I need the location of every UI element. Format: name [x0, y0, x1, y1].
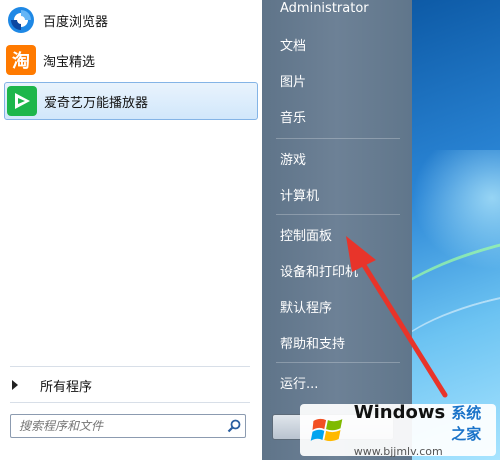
watermark-badge: Windows 系统之家 www.bjjmlv.com [300, 402, 496, 458]
red-arrow-annotation [346, 236, 448, 398]
watermark-brand: Windows [353, 402, 446, 423]
watermark-url: www.bjjmlv.com [353, 445, 443, 458]
windows-logo-icon [310, 418, 343, 442]
watermark-cn: 系统之家 [451, 404, 482, 443]
